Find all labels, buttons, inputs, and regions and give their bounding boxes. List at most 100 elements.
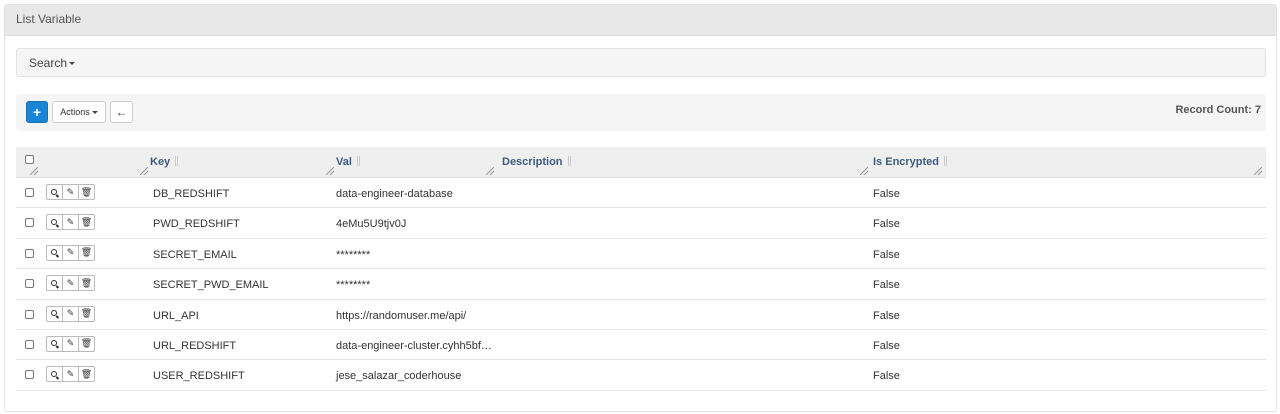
edit-icon: ✎ <box>66 277 75 288</box>
delete-button[interactable]: 🗑 <box>78 335 95 352</box>
search-dropdown[interactable]: Search <box>16 48 1266 77</box>
resize-handle-icon[interactable] <box>140 167 148 175</box>
table-row: ✎ 🗑 URL_API https://randomuser.me/api/ F… <box>16 300 1266 330</box>
cell-val: data-engineer-database <box>336 188 453 200</box>
table-body: ✎ 🗑 DB_REDSHIFT data-engineer-database F… <box>16 178 1266 391</box>
table-row: ✎ 🗑 URL_REDSHIFT data-engineer-cluster.c… <box>16 330 1266 361</box>
caret-down-icon <box>69 62 76 66</box>
search-icon <box>51 370 57 377</box>
sort-icon <box>175 156 179 166</box>
search-icon <box>51 310 57 317</box>
table-row: ✎ 🗑 SECRET_PWD_EMAIL ******** False <box>16 269 1266 300</box>
toolbar: + Actions ← Record Count: 7 <box>16 94 1266 131</box>
search-icon <box>51 218 57 225</box>
delete-button[interactable]: 🗑 <box>78 366 95 383</box>
cell-is-encrypted: False <box>873 248 900 261</box>
row-actions: ✎ 🗑 <box>46 214 95 231</box>
view-button[interactable] <box>46 366 63 383</box>
trash-icon: 🗑 <box>80 277 93 288</box>
cell-key: SECRET_EMAIL <box>153 248 237 261</box>
edit-icon: ✎ <box>66 186 75 197</box>
view-button[interactable] <box>46 244 63 261</box>
view-button[interactable] <box>46 335 63 352</box>
table-row: ✎ 🗑 PWD_REDSHIFT 4eMu5U9tjv0J False <box>16 208 1266 239</box>
cell-val: jese_salazar_coderhouse <box>336 370 462 383</box>
view-button[interactable] <box>46 214 63 231</box>
cell-is-encrypted: False <box>873 188 900 200</box>
edit-icon: ✎ <box>66 308 75 319</box>
delete-button[interactable]: 🗑 <box>78 184 95 200</box>
table-row: ✎ 🗑 DB_REDSHIFT data-engineer-database F… <box>16 178 1266 209</box>
select-all-checkbox[interactable] <box>25 155 34 164</box>
row-checkbox[interactable] <box>25 309 34 319</box>
row-actions: ✎ 🗑 <box>46 275 95 292</box>
sort-icon <box>567 156 571 166</box>
resize-handle-icon[interactable] <box>1254 167 1262 175</box>
view-button[interactable] <box>46 184 63 200</box>
trash-icon: 🗑 <box>80 216 93 227</box>
cell-is-encrypted: False <box>873 339 900 352</box>
edit-icon: ✎ <box>66 247 75 258</box>
trash-icon: 🗑 <box>80 247 93 258</box>
cell-key: DB_REDSHIFT <box>153 188 230 200</box>
edit-button[interactable]: ✎ <box>62 275 79 292</box>
row-checkbox[interactable] <box>25 188 34 197</box>
resize-handle-icon[interactable] <box>860 167 868 175</box>
delete-button[interactable]: 🗑 <box>78 214 95 231</box>
edit-button[interactable]: ✎ <box>62 244 79 261</box>
column-header-description[interactable]: Description <box>502 156 571 168</box>
back-button[interactable]: ← <box>110 101 133 123</box>
edit-button[interactable]: ✎ <box>62 366 79 383</box>
search-icon <box>51 340 57 347</box>
column-header-is-encrypted[interactable]: Is Encrypted <box>873 156 948 168</box>
trash-icon: 🗑 <box>80 308 93 319</box>
cell-val: ******** <box>336 248 371 261</box>
row-actions: ✎ 🗑 <box>46 244 95 261</box>
search-icon <box>51 279 57 286</box>
row-checkbox[interactable] <box>25 248 34 258</box>
resize-handle-icon[interactable] <box>486 167 494 175</box>
row-checkbox[interactable] <box>25 279 34 289</box>
trash-icon: 🗑 <box>80 368 93 379</box>
resize-handle-icon[interactable] <box>326 167 334 175</box>
cell-val: 4eMu5U9tjv0J <box>336 218 407 231</box>
column-header-key[interactable]: Key <box>150 156 179 168</box>
row-checkbox[interactable] <box>25 339 34 349</box>
search-label: Search <box>29 56 68 70</box>
cell-key: USER_REDSHIFT <box>153 370 245 383</box>
cell-key: URL_REDSHIFT <box>153 339 237 352</box>
actions-dropdown-button[interactable]: Actions <box>52 101 106 123</box>
column-header-val[interactable]: Val <box>336 156 360 168</box>
row-checkbox[interactable] <box>25 218 34 228</box>
row-actions: ✎ 🗑 <box>46 184 95 200</box>
caret-down-icon <box>91 110 98 114</box>
resize-handle-icon[interactable] <box>30 167 38 175</box>
edit-button[interactable]: ✎ <box>62 184 79 200</box>
view-button[interactable] <box>46 305 63 322</box>
actions-label: Actions <box>60 107 90 117</box>
search-icon <box>51 249 57 256</box>
cell-is-encrypted: False <box>873 370 900 383</box>
edit-button[interactable]: ✎ <box>62 335 79 352</box>
row-checkbox[interactable] <box>25 370 34 380</box>
delete-button[interactable]: 🗑 <box>78 275 95 292</box>
edit-icon: ✎ <box>66 368 75 379</box>
view-button[interactable] <box>46 275 63 292</box>
cell-val: data-engineer-cluster.cyhh5bf… <box>336 339 492 352</box>
cell-is-encrypted: False <box>873 218 900 231</box>
edit-button[interactable]: ✎ <box>62 305 79 322</box>
table-row: ✎ 🗑 USER_REDSHIFT jese_salazar_coderhous… <box>16 360 1266 391</box>
edit-button[interactable]: ✎ <box>62 214 79 231</box>
cell-val: https://randomuser.me/api/ <box>336 309 467 322</box>
trash-icon: 🗑 <box>80 338 93 349</box>
delete-button[interactable]: 🗑 <box>78 305 95 322</box>
cell-key: URL_API <box>153 309 199 322</box>
add-button[interactable]: + <box>26 101 48 123</box>
row-actions: ✎ 🗑 <box>46 366 95 383</box>
delete-button[interactable]: 🗑 <box>78 244 95 261</box>
row-actions: ✎ 🗑 <box>46 305 95 322</box>
cell-key: SECRET_PWD_EMAIL <box>153 279 269 292</box>
panel-title: List Variable <box>5 5 1276 36</box>
edit-icon: ✎ <box>66 216 75 227</box>
cell-key: PWD_REDSHIFT <box>153 218 240 231</box>
